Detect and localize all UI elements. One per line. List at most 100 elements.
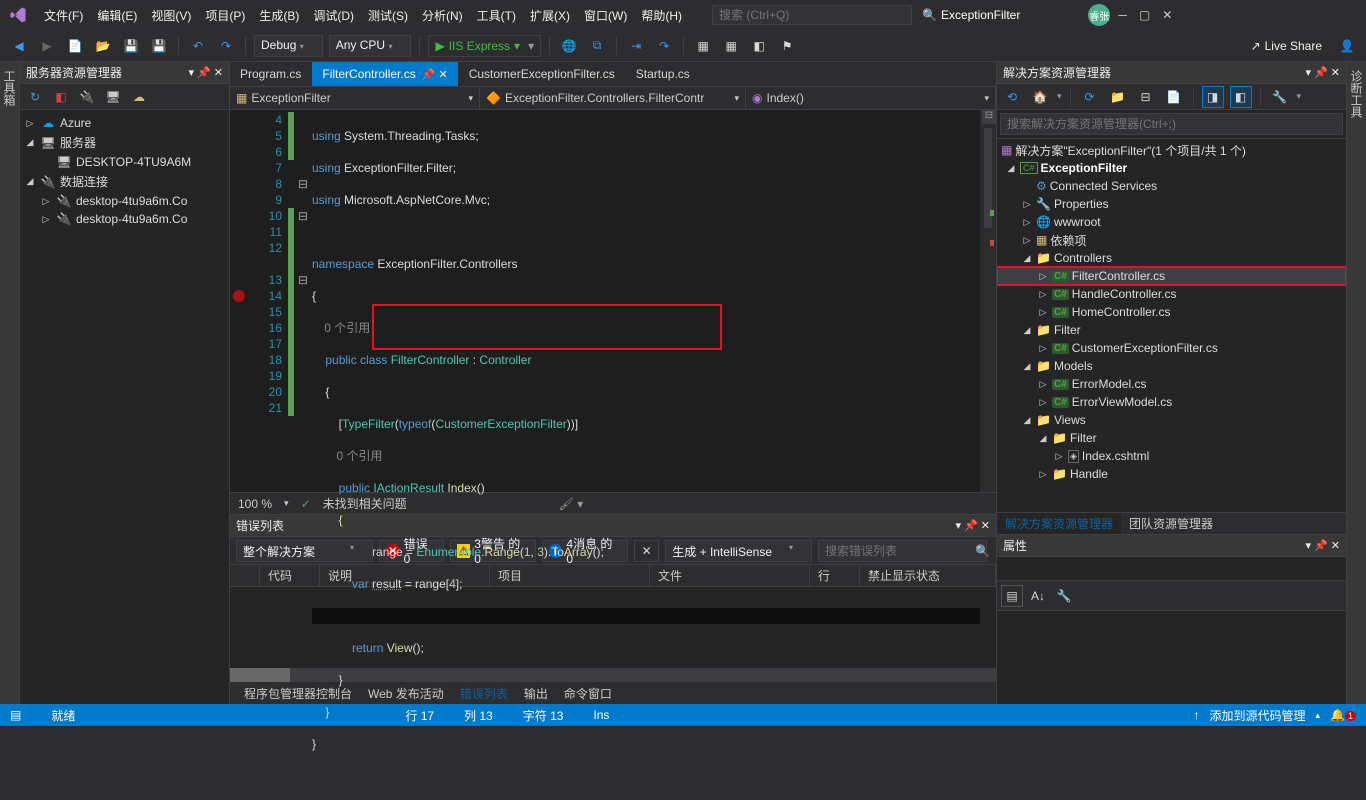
feedback-icon[interactable]: 👤 xyxy=(1336,35,1358,57)
scm-up-icon[interactable]: ↑ xyxy=(1193,708,1199,722)
connect-icon[interactable]: 🔌 xyxy=(76,86,98,108)
config-select[interactable]: Debug ▾ xyxy=(254,35,323,57)
live-share-button[interactable]: ↗ Live Share xyxy=(1251,39,1322,53)
bell-icon[interactable]: 🔔1 xyxy=(1330,708,1356,722)
menu-view[interactable]: 视图(V) xyxy=(145,5,197,26)
sln-item[interactable]: ▷🌐wwwroot xyxy=(997,213,1346,231)
sln-item[interactable]: ▷C#FilterController.cs xyxy=(997,267,1346,285)
menu-help[interactable]: 帮助(H) xyxy=(635,5,688,26)
sync-icon[interactable]: ⟳ xyxy=(1079,86,1101,108)
search-icon[interactable]: 🔍 xyxy=(922,8,937,22)
code-editor[interactable]: 456789101112131415161718192021 ⊟⊟ ⊟ usin… xyxy=(230,110,996,492)
props-wrench-icon[interactable]: 🔧 xyxy=(1053,585,1075,607)
solution-tree[interactable]: ▦ 解决方案"ExceptionFilter"(1 个项目/共 1 个) ◢C#… xyxy=(997,139,1346,512)
sln-item[interactable]: ▷▦依赖项 xyxy=(997,231,1346,249)
step-icon[interactable]: ⇥ xyxy=(625,35,647,57)
stop-icon[interactable]: ◧ xyxy=(50,86,72,108)
tree-item[interactable]: ▷☁Azure xyxy=(20,114,229,132)
server-tree[interactable]: ▷☁Azure◢🖥服务器🖥DESKTOP-4TU9A6M◢🔌数据连接 ▷🔌desk… xyxy=(20,110,229,704)
sln-item[interactable]: ◢📁Controllers xyxy=(997,249,1346,267)
doc-tab[interactable]: Startup.cs xyxy=(626,62,701,86)
redo-icon[interactable]: ↷ xyxy=(215,35,237,57)
uncomment-icon[interactable]: ▦ xyxy=(720,35,742,57)
diagnostic-tab[interactable]: 诊断工具 xyxy=(1346,62,1366,704)
sln-item[interactable]: ▷🔧Properties xyxy=(997,195,1346,213)
pin-icon[interactable]: ▾ 📌 ✕ xyxy=(188,66,223,79)
tree-item[interactable]: ▷🔌desktop-4tu9a6m.Co xyxy=(20,210,229,228)
sln-item[interactable]: ⚙Connected Services xyxy=(997,177,1346,195)
toolbox-tab[interactable]: 工具箱 xyxy=(0,62,20,704)
minimize-button[interactable]: ─ xyxy=(1118,8,1127,22)
refresh-icon[interactable]: ↻ xyxy=(24,86,46,108)
window-icon[interactable]: ⧉ xyxy=(586,35,608,57)
col-icon[interactable] xyxy=(230,565,260,586)
props-pin-icon[interactable]: ▾ 📌 ✕ xyxy=(1305,539,1340,552)
home-icon[interactable]: ⟲ xyxy=(1001,86,1023,108)
undo-icon[interactable]: ↶ xyxy=(187,35,209,57)
tree-item[interactable]: 🖥DESKTOP-4TU9A6M xyxy=(20,153,229,171)
show-all-icon[interactable]: 📁 xyxy=(1107,86,1129,108)
menu-test[interactable]: 测试(S) xyxy=(362,5,414,26)
props-icon[interactable]: 🔧 xyxy=(1269,86,1291,108)
bookmark-icon[interactable]: ◧ xyxy=(748,35,770,57)
view-class-icon[interactable]: ◧ xyxy=(1230,86,1252,108)
sln-item[interactable]: ▷C#ErrorModel.cs xyxy=(997,375,1346,393)
maximize-button[interactable]: ▢ xyxy=(1139,8,1150,22)
menu-build[interactable]: 生成(B) xyxy=(253,5,305,26)
doc-tab[interactable]: Program.cs xyxy=(230,62,312,86)
menu-debug[interactable]: 调试(D) xyxy=(307,5,360,26)
add-server-icon[interactable]: 🖥 xyxy=(102,86,124,108)
col-code[interactable]: 代码 xyxy=(260,565,320,586)
menu-tools[interactable]: 工具(T) xyxy=(471,5,522,26)
tree-item[interactable]: ◢🔌数据连接 xyxy=(20,171,229,192)
user-avatar[interactable]: 睿张 xyxy=(1088,4,1110,26)
nav-project[interactable]: ▦ExceptionFilter▾ xyxy=(230,87,480,109)
view-code-icon[interactable]: ◨ xyxy=(1202,86,1224,108)
sln-item[interactable]: ▷C#HandleController.cs xyxy=(997,285,1346,303)
tree-item[interactable]: ◢🖥服务器 xyxy=(20,132,229,153)
sln-search-input[interactable] xyxy=(1000,113,1343,135)
nav-member[interactable]: ◉Index()▾ xyxy=(746,87,996,109)
search-input[interactable] xyxy=(712,5,912,25)
doc-tab[interactable]: FilterController.cs📌 ✕ xyxy=(312,62,458,86)
nav-forward-icon[interactable]: ▶ xyxy=(36,35,58,57)
collapse-icon[interactable]: ⊟ xyxy=(1135,86,1157,108)
menu-edit[interactable]: 编辑(E) xyxy=(91,5,143,26)
comment-icon[interactable]: ▦ xyxy=(692,35,714,57)
save-all-icon[interactable]: 💾 xyxy=(148,35,170,57)
sln-item[interactable]: ◢📁Models xyxy=(997,357,1346,375)
sln-tab-team[interactable]: 团队资源管理器 xyxy=(1121,513,1221,534)
categorized-icon[interactable]: ▤ xyxy=(1001,585,1023,607)
sln-item[interactable]: ▷📁Handle xyxy=(997,465,1346,483)
alphabetical-icon[interactable]: A↓ xyxy=(1027,585,1049,607)
menu-file[interactable]: 文件(F) xyxy=(38,5,89,26)
open-icon[interactable]: 📂 xyxy=(92,35,114,57)
nav-class[interactable]: 🔶ExceptionFilter.Controllers.FilterContr… xyxy=(480,87,746,109)
sln-item[interactable]: ◢📁Filter xyxy=(997,429,1346,447)
sln-pin-icon[interactable]: ▾ 📌 ✕ xyxy=(1305,66,1340,79)
sln-item[interactable]: ◢📁Views xyxy=(997,411,1346,429)
sln-item[interactable]: ◢C#ExceptionFilter xyxy=(997,159,1346,177)
build-filter-select[interactable]: 生成 + IntelliSense ▾ xyxy=(665,540,812,562)
nav-back-icon[interactable]: ◀ xyxy=(8,35,30,57)
home-icon[interactable]: 🏠 xyxy=(1029,86,1051,108)
sln-item[interactable]: ◢📁Filter xyxy=(997,321,1346,339)
browser-icon[interactable]: 🌐 xyxy=(558,35,580,57)
flag-icon[interactable]: ⚑ xyxy=(776,35,798,57)
sln-item[interactable]: ▷◈Index.cshtml xyxy=(997,447,1346,465)
sln-item[interactable]: ▷C#CustomerExceptionFilter.cs xyxy=(997,339,1346,357)
error-scope-select[interactable]: 整个解决方案 ▾ xyxy=(236,540,373,562)
sln-item[interactable]: ▷C#ErrorViewModel.cs xyxy=(997,393,1346,411)
platform-select[interactable]: Any CPU ▾ xyxy=(329,35,412,57)
sln-tab-explorer[interactable]: 解决方案资源管理器 xyxy=(997,513,1121,534)
close-button[interactable]: ✕ xyxy=(1162,8,1172,22)
menu-analyze[interactable]: 分析(N) xyxy=(416,5,469,26)
split-icon[interactable]: ⊟ xyxy=(982,110,996,124)
save-icon[interactable]: 💾 xyxy=(120,35,142,57)
sln-item[interactable]: ▷C#HomeController.cs xyxy=(997,303,1346,321)
step-over-icon[interactable]: ↷ xyxy=(653,35,675,57)
preview-icon[interactable]: 📄 xyxy=(1163,86,1185,108)
menu-extensions[interactable]: 扩展(X) xyxy=(524,5,576,26)
menu-project[interactable]: 项目(P) xyxy=(199,5,251,26)
doc-tab[interactable]: CustomerExceptionFilter.cs xyxy=(459,62,626,86)
